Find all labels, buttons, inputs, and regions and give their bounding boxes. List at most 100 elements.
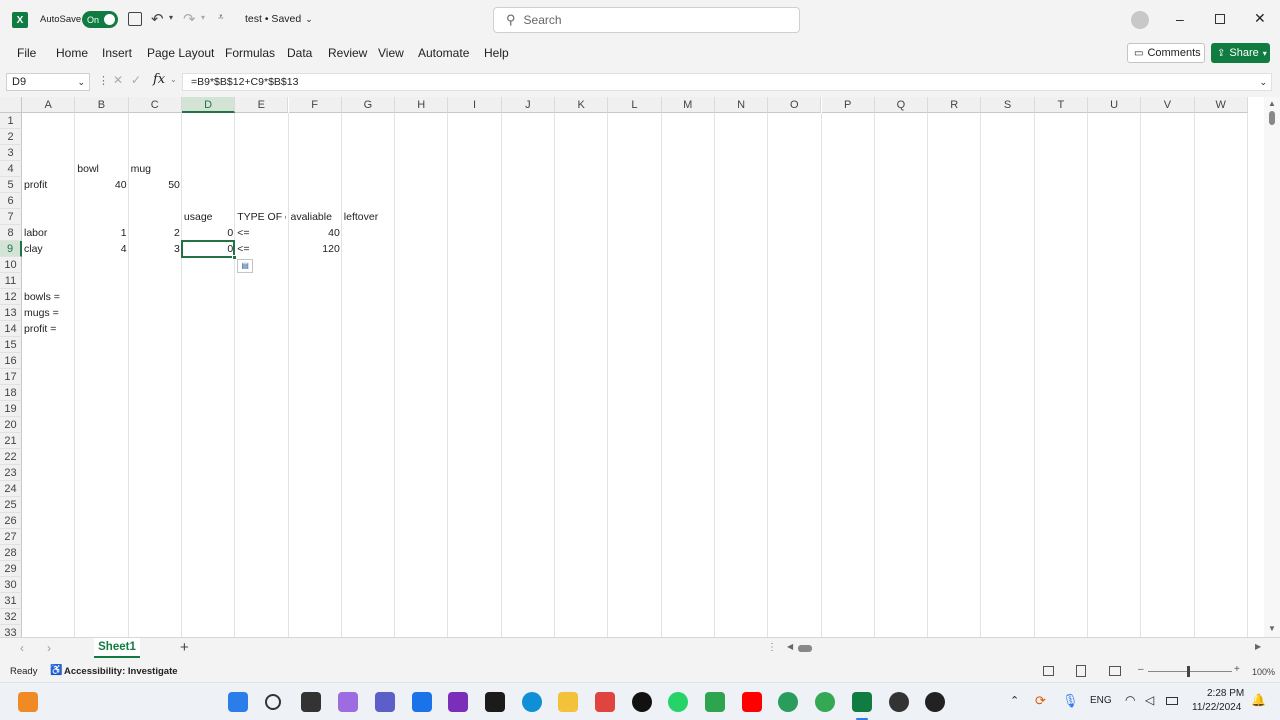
excel-taskbar-icon[interactable] <box>852 692 872 712</box>
tab-file[interactable]: File <box>17 46 36 60</box>
column-header[interactable]: G <box>341 97 396 113</box>
row-header[interactable]: 31 <box>0 593 22 609</box>
row-header[interactable]: 30 <box>0 577 22 593</box>
column-header[interactable]: O <box>768 97 822 113</box>
confirm-entry-icon[interactable]: ✓ <box>131 73 141 87</box>
column-header[interactable]: S <box>981 97 1035 113</box>
sync-icon[interactable]: ⟳ <box>1035 693 1046 709</box>
column-header[interactable]: P <box>821 97 875 113</box>
chrome-icon[interactable] <box>815 692 835 712</box>
photos-icon[interactable] <box>705 692 725 712</box>
cell-f8[interactable]: 40 <box>291 225 340 241</box>
teams-icon[interactable] <box>375 692 395 712</box>
column-header[interactable]: J <box>501 97 555 113</box>
row-header[interactable]: 5 <box>0 177 22 193</box>
scroll-left-icon[interactable]: ◀ <box>787 642 793 651</box>
search-icon[interactable] <box>265 694 281 710</box>
cell-a5[interactable]: profit <box>24 177 73 193</box>
row-header[interactable]: 25 <box>0 497 22 513</box>
cell-a13[interactable]: mugs = <box>24 305 73 321</box>
account-avatar-icon[interactable] <box>1131 11 1149 29</box>
whatsapp-icon[interactable] <box>668 692 688 712</box>
select-all-corner[interactable] <box>0 97 22 113</box>
formula-input[interactable]: =B9*$B$12+C9*$B$13 ⌄ <box>182 73 1272 91</box>
cell-c5[interactable]: 50 <box>131 177 180 193</box>
tab-home[interactable]: Home <box>56 46 88 60</box>
copilot-icon[interactable] <box>338 692 358 712</box>
row-header[interactable]: 17 <box>0 369 22 385</box>
zoom-in-icon[interactable]: + <box>1234 664 1240 675</box>
undo-icon[interactable]: ↶ <box>151 10 164 28</box>
quick-analysis-icon[interactable]: ▤ <box>237 259 254 273</box>
row-header[interactable]: 22 <box>0 449 22 465</box>
worksheet-grid[interactable]: ▲ ▼ A B C D E F G H I J K L M N O P Q R S T U V W 1 2 3 4 5 6 7 8 9 10 11… <box>0 97 1280 641</box>
cell-d8[interactable]: 0 <box>184 225 233 241</box>
language-indicator[interactable]: ENG <box>1090 695 1112 706</box>
column-header[interactable]: U <box>1088 97 1142 113</box>
column-header[interactable]: K <box>555 97 609 113</box>
cell-a12[interactable]: bowls = <box>24 289 73 305</box>
row-header[interactable]: 8 <box>0 225 22 241</box>
file-explorer-icon[interactable] <box>558 692 578 712</box>
redo-icon[interactable]: ↷ <box>183 10 196 28</box>
column-header[interactable]: Q <box>874 97 929 113</box>
save-icon[interactable] <box>128 12 142 26</box>
cell-f9[interactable]: 120 <box>291 241 340 257</box>
zoom-slider-thumb[interactable] <box>1187 666 1190 677</box>
row-header[interactable]: 14 <box>0 321 22 337</box>
row-header[interactable]: 26 <box>0 513 22 529</box>
scroll-down-icon[interactable]: ▼ <box>1268 624 1276 633</box>
battery-icon[interactable] <box>1166 697 1178 705</box>
cell-a9[interactable]: clay <box>24 241 73 257</box>
row-header[interactable]: 13 <box>0 305 22 321</box>
tab-page-layout[interactable]: Page Layout <box>147 46 214 60</box>
row-header[interactable]: 16 <box>0 353 22 369</box>
expand-formula-icon[interactable]: ⌄ <box>1259 74 1267 90</box>
page-break-view-icon[interactable] <box>1109 666 1121 676</box>
tab-insert[interactable]: Insert <box>102 46 132 60</box>
page-layout-view-icon[interactable] <box>1076 665 1086 677</box>
column-header[interactable]: F <box>288 97 342 113</box>
share-button[interactable]: ⇪ Share ▾ <box>1211 43 1270 63</box>
microphone-icon[interactable]: 🎙 <box>1062 693 1079 709</box>
volume-icon[interactable]: ◁ <box>1145 693 1154 707</box>
column-header[interactable]: D <box>181 97 236 113</box>
column-header[interactable]: R <box>928 97 982 113</box>
row-header[interactable]: 24 <box>0 481 22 497</box>
tab-automate[interactable]: Automate <box>418 46 469 60</box>
edge-icon[interactable] <box>522 692 542 712</box>
github-icon[interactable] <box>632 692 652 712</box>
task-view-icon[interactable] <box>301 692 321 712</box>
row-header[interactable]: 32 <box>0 609 22 625</box>
row-header[interactable]: 10 <box>0 257 22 273</box>
cell-c4[interactable]: mug <box>131 161 180 177</box>
scroll-up-icon[interactable]: ▲ <box>1268 99 1276 108</box>
row-header[interactable]: 27 <box>0 529 22 545</box>
chrome-profile-icon[interactable] <box>778 692 798 712</box>
column-header[interactable]: E <box>235 97 289 113</box>
mail-icon[interactable] <box>412 692 432 712</box>
row-header[interactable]: 28 <box>0 545 22 561</box>
insert-function-button[interactable]: fx <box>153 72 165 87</box>
row-header[interactable]: 2 <box>0 129 22 145</box>
tab-help[interactable]: Help <box>484 46 509 60</box>
column-header[interactable]: A <box>22 97 76 113</box>
column-header[interactable]: H <box>395 97 449 113</box>
column-header[interactable]: C <box>128 97 182 113</box>
zoom-slider[interactable] <box>1148 671 1232 672</box>
chevron-up-icon[interactable]: ⌃ <box>1010 694 1019 707</box>
cell-g7[interactable]: leftover <box>344 209 393 225</box>
youtube-icon[interactable] <box>742 692 762 712</box>
column-header[interactable]: N <box>714 97 769 113</box>
next-sheet-icon[interactable]: › <box>47 641 51 655</box>
undo-dropdown-icon[interactable]: ▾ <box>169 13 173 22</box>
cell-e9[interactable]: <= <box>237 241 286 257</box>
row-header[interactable]: 15 <box>0 337 22 353</box>
row-header[interactable]: 20 <box>0 417 22 433</box>
row-header[interactable]: 18 <box>0 385 22 401</box>
git-client-icon[interactable] <box>595 692 615 712</box>
autosave-toggle[interactable]: On <box>82 11 118 28</box>
clion-icon[interactable] <box>485 692 505 712</box>
column-header[interactable]: W <box>1194 97 1248 113</box>
row-header[interactable]: 1 <box>0 113 22 129</box>
